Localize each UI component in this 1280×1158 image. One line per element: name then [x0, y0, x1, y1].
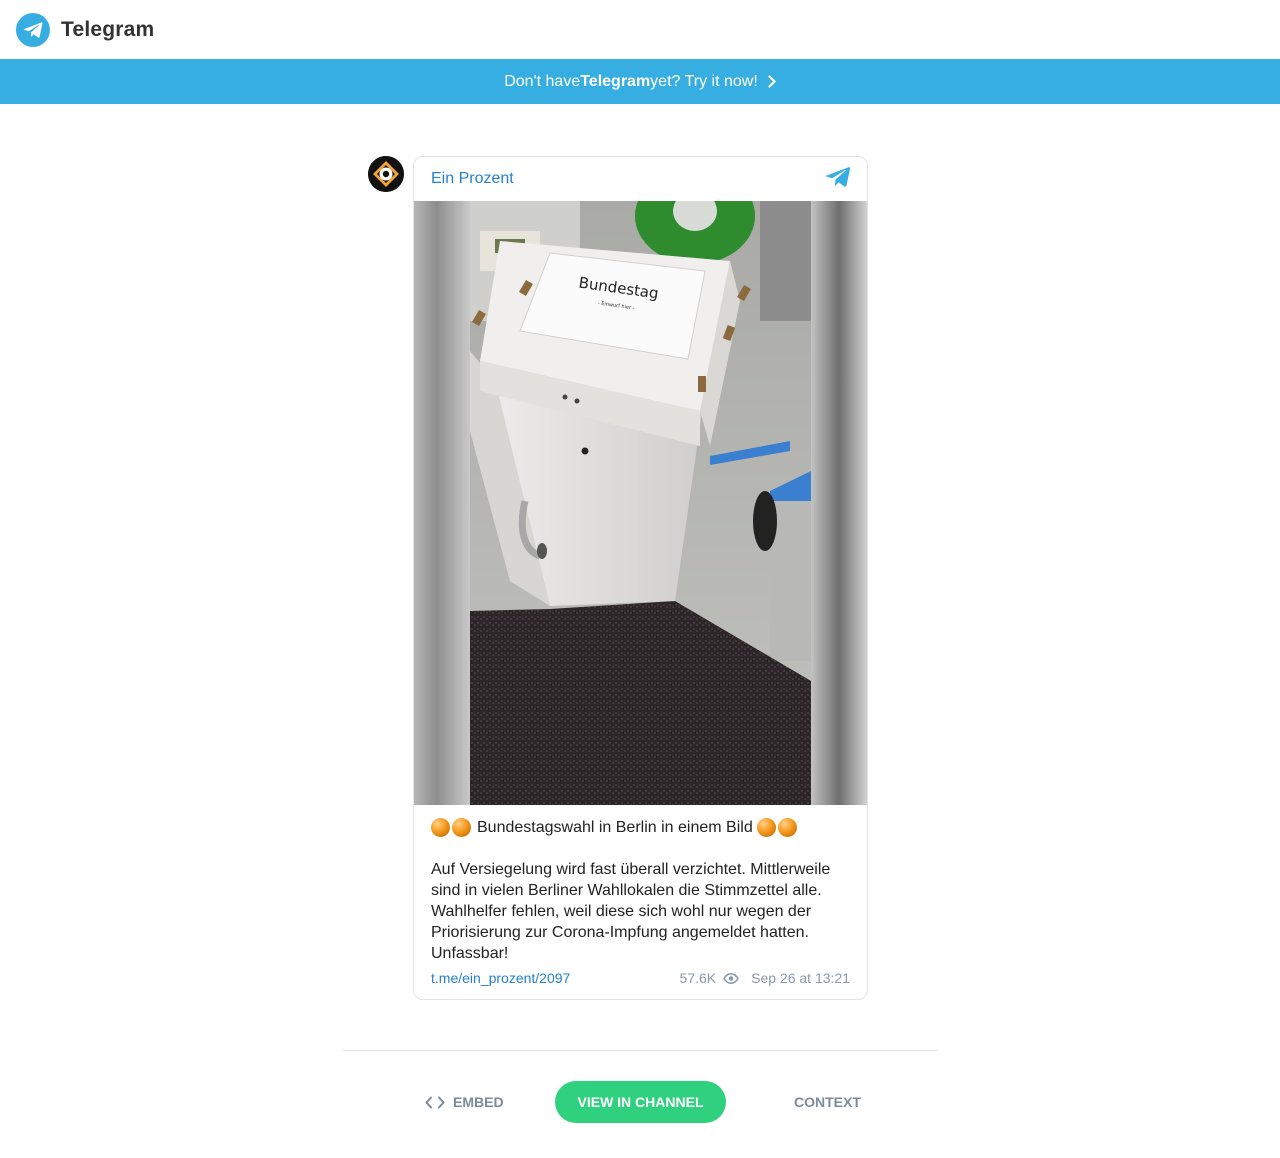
orange-circle-emoji-icon [777, 818, 797, 837]
embed-label: EMBED [453, 1094, 504, 1110]
message-body: Auf Versiegelung wird fast überall verzi… [431, 861, 831, 962]
message-title: Bundestagswahl in Berlin in einem Bild [477, 819, 753, 836]
view-count: 57.6K [679, 970, 717, 986]
orange-circle-emoji-icon [756, 818, 776, 837]
message-footer: t.me/ein_prozent/2097 57.6K Sep 26 at 13… [414, 964, 867, 986]
action-bar: EMBED VIEW IN CHANNEL CONTEXT [343, 1081, 938, 1123]
banner-prefix: Don't have [504, 72, 581, 90]
message-link[interactable]: t.me/ein_prozent/2097 [431, 970, 570, 986]
telegram-plane-icon[interactable] [825, 166, 851, 193]
chevron-right-icon [768, 75, 776, 88]
channel-name[interactable]: Ein Prozent [431, 170, 514, 188]
orange-circle-emoji-icon [431, 818, 450, 837]
ballot-box-photo: Bundestag - Einwurf hier - [470, 201, 811, 805]
telegram-logo-icon[interactable] [16, 12, 50, 47]
message-title-line: Bundestagswahl in Berlin in einem Bild [431, 817, 850, 838]
try-telegram-banner[interactable]: Don't have Telegram yet? Try it now! [0, 59, 1280, 104]
photo-blur-left [414, 201, 470, 805]
channel-logo-icon [368, 156, 404, 192]
code-icon [425, 1096, 445, 1109]
context-button[interactable]: CONTEXT [794, 1081, 861, 1123]
eye-icon [723, 972, 740, 984]
message-text: Bundestagswahl in Berlin in einem Bild A… [414, 805, 867, 964]
photo-blur-right [811, 201, 867, 805]
brand-name[interactable]: Telegram [61, 18, 154, 42]
message-card: Ein Prozent Bundestag - Einwurf hier - B… [413, 156, 868, 1000]
banner-suffix: yet? Try it now! [650, 72, 758, 90]
post-date: Sep 26 at 13:21 [751, 970, 850, 986]
divider [343, 1050, 938, 1051]
message-stats: 57.6K Sep 26 at 13:21 [680, 970, 850, 986]
orange-circle-emoji-icon [452, 818, 471, 837]
view-in-channel-button[interactable]: VIEW IN CHANNEL [555, 1081, 726, 1123]
message-header: Ein Prozent [414, 157, 867, 201]
embed-button[interactable]: EMBED [425, 1081, 504, 1123]
top-bar: Telegram [0, 0, 1280, 59]
message-photo[interactable]: Bundestag - Einwurf hier - [414, 201, 867, 805]
banner-brand: Telegram [580, 72, 651, 90]
channel-avatar[interactable] [368, 156, 404, 192]
